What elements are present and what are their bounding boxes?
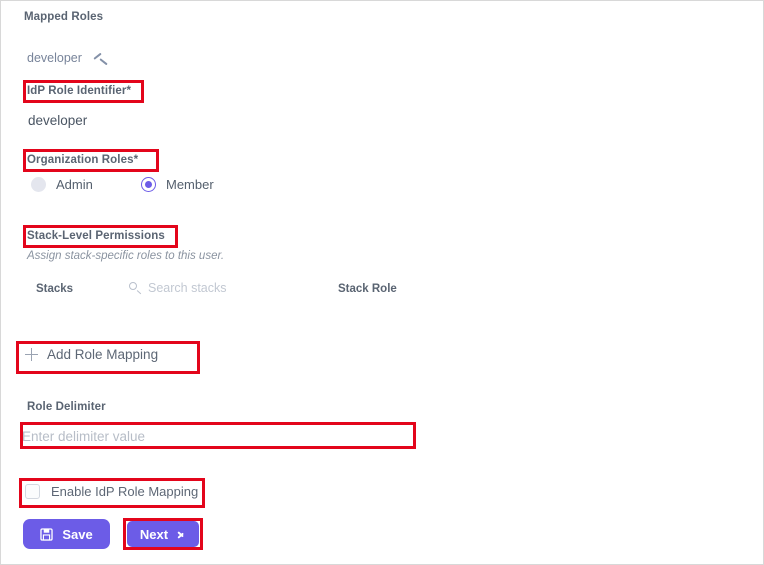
search-stacks-placeholder: Search stacks [148, 281, 227, 295]
radio-label-member: Member [166, 177, 214, 192]
next-button-label: Next [139, 526, 169, 542]
role-group-label: developer [27, 51, 82, 65]
chevron-right-icon [177, 530, 186, 539]
idp-role-identifier-value: developer [28, 113, 88, 128]
organization-roles-radio-group: Admin Member [31, 177, 214, 192]
column-header-stack-role: Stack Role [338, 283, 397, 295]
add-role-mapping-label: Add Role Mapping [47, 347, 159, 362]
search-icon [129, 282, 141, 294]
role-delimiter-input[interactable] [22, 425, 414, 447]
idp-role-identifier-label: IdP Role Identifier* [27, 85, 132, 97]
role-delimiter-label: Role Delimiter [27, 401, 106, 413]
mapped-roles-panel: Mapped Roles developer IdP Role Identifi… [0, 0, 764, 565]
chevron-up-icon [94, 54, 107, 62]
radio-label-admin: Admin [56, 177, 93, 192]
stack-level-permissions-hint: Assign stack-specific roles to this user… [27, 250, 225, 262]
checkbox-box[interactable] [25, 484, 40, 499]
column-header-stacks: Stacks [36, 283, 74, 295]
radio-circle-member[interactable] [141, 177, 156, 192]
radio-option-admin[interactable]: Admin [31, 177, 141, 192]
role-group-toggle-developer[interactable]: developer [27, 51, 107, 65]
floppy-disk-icon [40, 527, 53, 541]
stack-level-permissions-label: Stack-Level Permissions [27, 230, 165, 242]
next-button[interactable]: Next [127, 521, 199, 547]
radio-circle-admin[interactable] [31, 177, 46, 192]
add-role-mapping-button[interactable]: Add Role Mapping [25, 347, 158, 362]
page-title: Mapped Roles [24, 11, 104, 23]
enable-idp-role-mapping-checkbox[interactable]: Enable IdP Role Mapping [25, 484, 198, 499]
enable-idp-role-mapping-label: Enable IdP Role Mapping [51, 484, 199, 499]
stacks-table-header: Stacks Search stacks Stack Role [1, 281, 763, 307]
radio-option-member[interactable]: Member [141, 177, 214, 192]
organization-roles-label: Organization Roles* [27, 154, 139, 166]
search-stacks-field[interactable]: Search stacks [129, 281, 227, 295]
plus-icon [25, 348, 38, 361]
save-button-label: Save [62, 526, 93, 542]
save-button[interactable]: Save [23, 519, 110, 549]
